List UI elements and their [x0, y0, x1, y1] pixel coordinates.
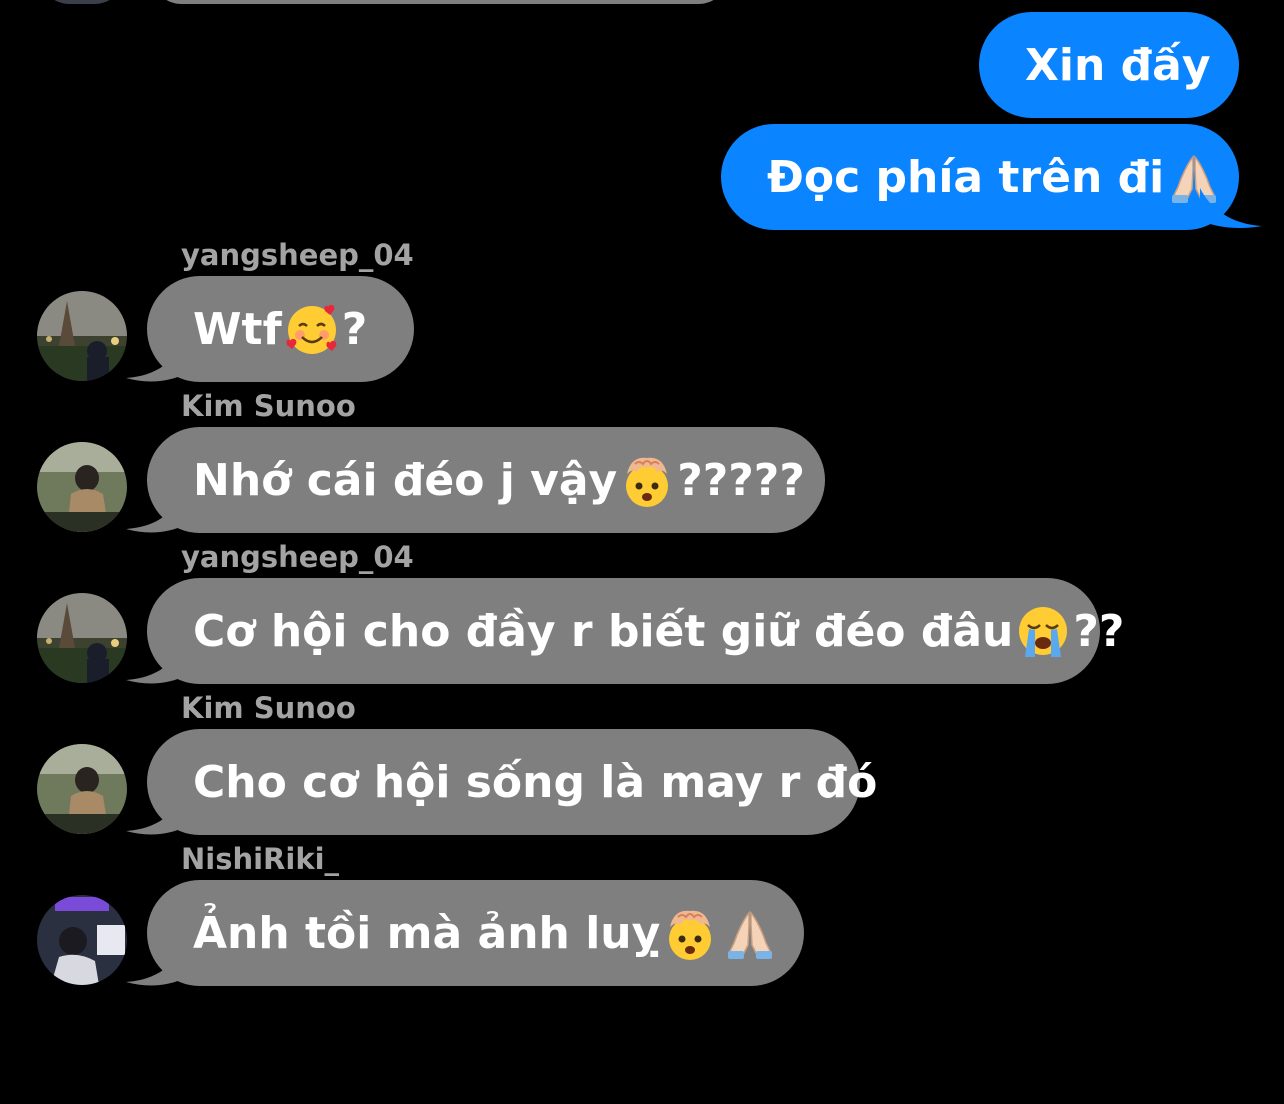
bubble-tail	[1200, 188, 1262, 228]
message-text: Cho cơ hội sống là may r đó	[193, 756, 878, 808]
chat-thread: Xin đấy Đọc phía trên đi yangsheep_04 Wt…	[0, 0, 1284, 1104]
sender-name: NishiRiki_	[181, 842, 340, 876]
incoming-message-bubble[interactable]: Wtf ?	[147, 276, 414, 382]
outgoing-message-bubble[interactable]: Đọc phía trên đi	[721, 124, 1239, 230]
avatar[interactable]	[37, 291, 127, 381]
sender-name: yangsheep_04	[181, 540, 414, 574]
loudly-crying-face-icon	[1015, 603, 1071, 659]
smiling-face-with-hearts-icon	[284, 301, 340, 357]
message-text: Cơ hội cho đầy r biết giữ đéo đâu	[193, 605, 1014, 657]
outgoing-message-bubble[interactable]: Xin đấy	[979, 12, 1239, 118]
message-text: Nhớ cái đéo j vậy	[193, 454, 618, 506]
message-text: Đọc phía trên đi	[767, 151, 1165, 203]
avatar[interactable]	[37, 895, 127, 985]
message-text: ?????	[677, 454, 805, 506]
sender-name: Kim Sunoo	[181, 691, 356, 725]
sender-name: Kim Sunoo	[181, 389, 356, 423]
incoming-message-bubble[interactable]: Cơ hội cho đầy r biết giữ đéo đâu ??	[147, 578, 1124, 684]
incoming-message-bubble[interactable]: Cho cơ hội sống là may r đó	[147, 729, 877, 835]
avatar[interactable]	[37, 744, 127, 834]
avatar[interactable]	[37, 442, 127, 532]
message-text: ??	[1073, 605, 1125, 657]
avatar[interactable]	[38, 0, 126, 4]
message-text: Wtf	[193, 303, 282, 355]
exploding-head-icon	[662, 905, 718, 961]
sender-name: yangsheep_04	[181, 238, 414, 272]
incoming-message-bubble[interactable]: Ảnh tồi mà ảnh luỵ	[147, 880, 804, 986]
incoming-message-bubble[interactable]: Nhớ cái đéo j vậy ?????	[147, 427, 825, 533]
avatar[interactable]	[37, 593, 127, 683]
message-text: Ảnh tồi mà ảnh luỵ	[193, 907, 661, 959]
incoming-message-bubble[interactable]	[150, 0, 730, 4]
folded-hands-icon	[722, 905, 778, 961]
message-text: Xin đấy	[1025, 39, 1211, 91]
exploding-head-icon	[619, 452, 675, 508]
message-text: ?	[341, 303, 368, 355]
